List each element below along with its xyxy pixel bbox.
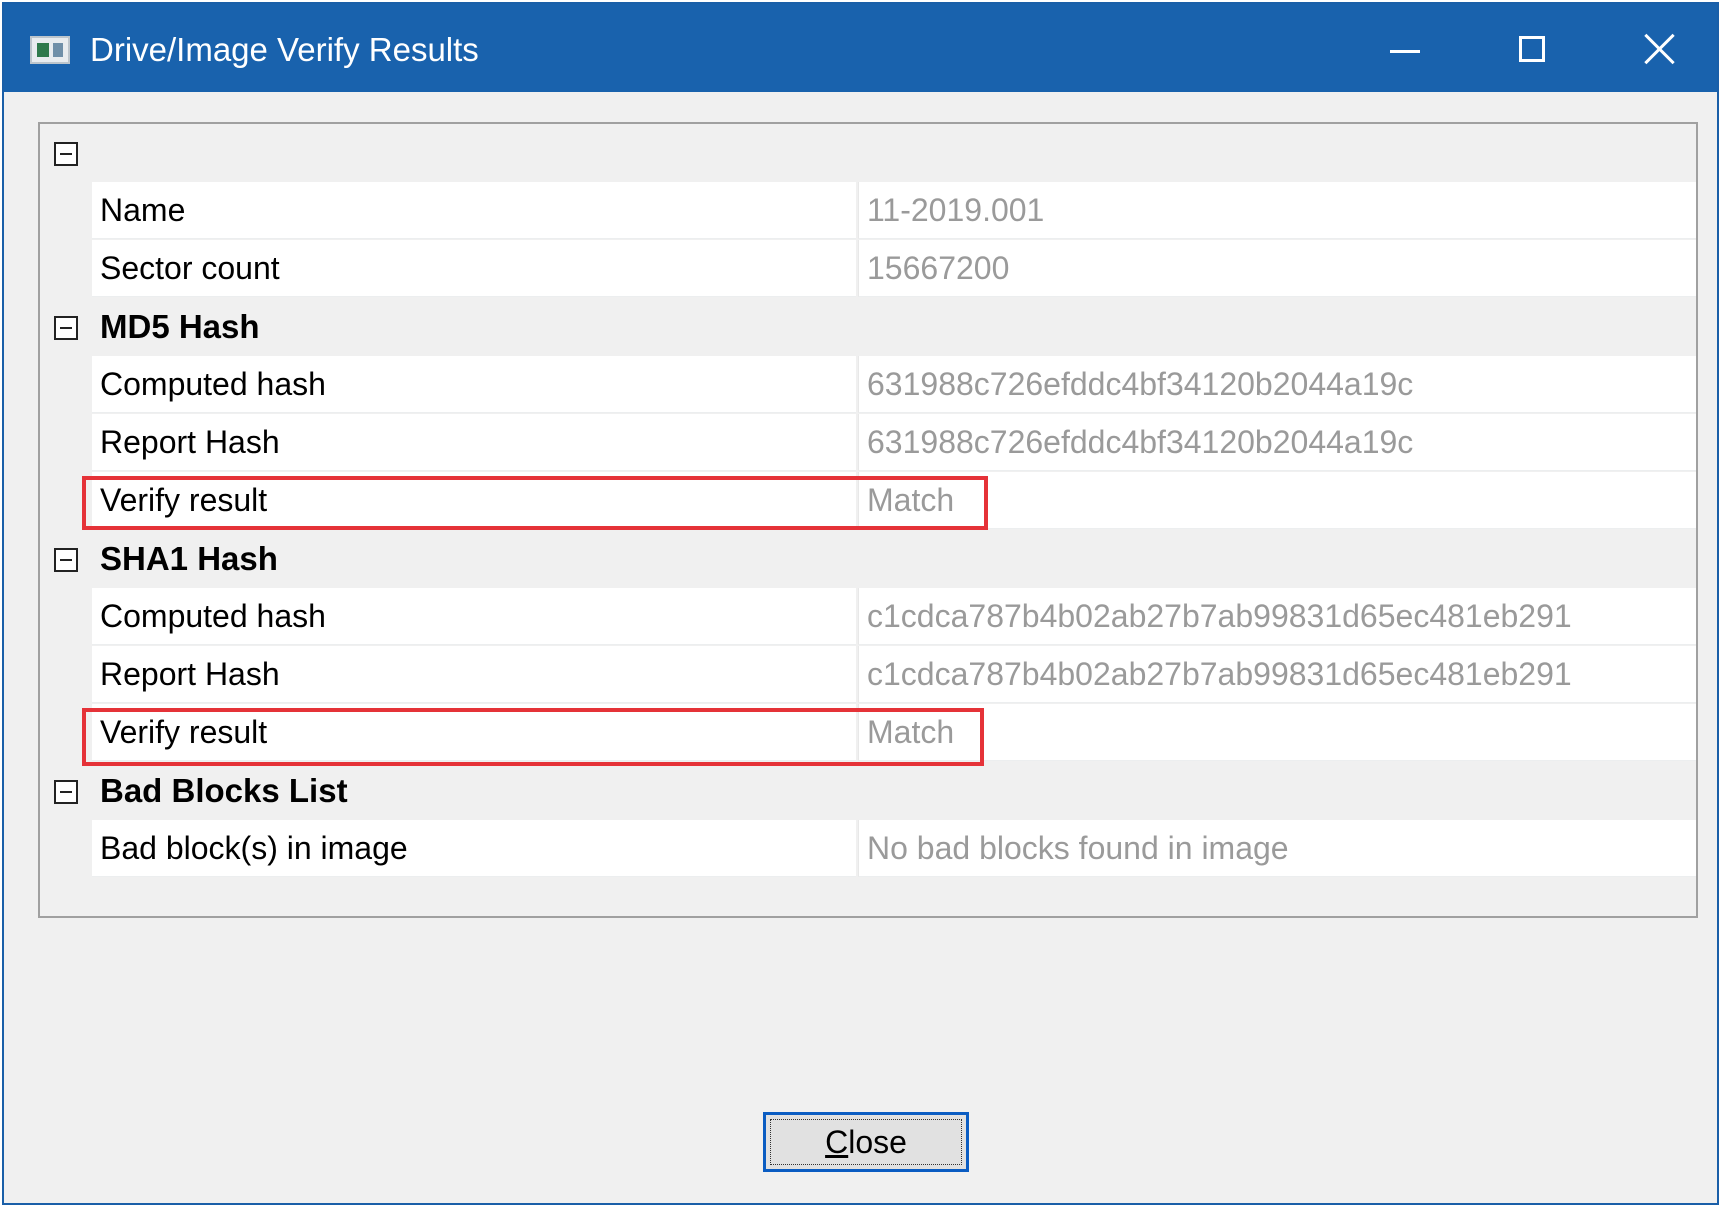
property-label: Report Hash <box>92 646 856 703</box>
property-row-sha1-computed[interactable]: Computed hash c1cdca787b4b02ab27b7ab9983… <box>40 588 1696 646</box>
property-row-md5-computed[interactable]: Computed hash 631988c726efddc4bf34120b20… <box>40 356 1696 414</box>
property-grid[interactable]: Name 11-2019.001 Sector count 15667200 M… <box>38 122 1698 918</box>
property-label: Verify result <box>92 472 856 529</box>
window-title: Drive/Image Verify Results <box>90 31 479 68</box>
minimize-icon <box>1390 49 1420 53</box>
property-value[interactable]: c1cdca787b4b02ab27b7ab99831d65ec481eb291 <box>858 588 1696 645</box>
property-label: Verify result <box>92 704 856 761</box>
verify-results-window: Drive/Image Verify Results Name 11-2019.… <box>2 2 1719 1205</box>
close-mnemonic: C <box>825 1123 849 1160</box>
close-window-button[interactable] <box>1625 22 1695 76</box>
category-label: SHA1 Hash <box>100 540 278 577</box>
property-row-md5-report[interactable]: Report Hash 631988c726efddc4bf34120b2044… <box>40 414 1696 472</box>
property-label: Name <box>92 182 856 239</box>
property-row-bad-blocks[interactable]: Bad block(s) in image No bad blocks foun… <box>40 820 1696 878</box>
property-label: Computed hash <box>92 588 856 645</box>
collapse-minus-icon[interactable] <box>54 142 78 166</box>
category-sha1-hash: SHA1 Hash <box>40 530 1696 588</box>
property-row-name[interactable]: Name 11-2019.001 <box>40 182 1696 240</box>
property-value[interactable]: Match <box>858 472 1696 529</box>
category-md5-hash: MD5 Hash <box>40 298 1696 356</box>
category-label <box>92 124 1696 182</box>
collapse-minus-icon[interactable] <box>54 316 78 340</box>
property-row-sha1-verify[interactable]: Verify result Match <box>40 704 1696 762</box>
property-label: Sector count <box>92 240 856 297</box>
property-label: Report Hash <box>92 414 856 471</box>
close-button[interactable]: Close <box>763 1112 969 1172</box>
property-value[interactable]: 11-2019.001 <box>858 182 1696 239</box>
maximize-icon <box>1519 36 1545 62</box>
gutter <box>40 762 92 820</box>
category-label: MD5 Hash <box>100 308 260 345</box>
property-row-sector-count[interactable]: Sector count 15667200 <box>40 240 1696 298</box>
collapse-minus-icon[interactable] <box>54 780 78 804</box>
property-value[interactable]: 631988c726efddc4bf34120b2044a19c <box>858 414 1696 471</box>
property-value[interactable]: c1cdca787b4b02ab27b7ab99831d65ec481eb291 <box>858 646 1696 703</box>
gutter <box>40 124 92 182</box>
app-window-icon <box>30 36 70 64</box>
minimize-button[interactable] <box>1370 22 1440 76</box>
property-row-sha1-report[interactable]: Report Hash c1cdca787b4b02ab27b7ab99831d… <box>40 646 1696 704</box>
property-value[interactable]: 15667200 <box>858 240 1696 297</box>
maximize-button[interactable] <box>1497 22 1567 76</box>
property-row-md5-verify[interactable]: Verify result Match <box>40 472 1696 530</box>
category-image-info <box>40 124 1696 182</box>
property-label: Bad block(s) in image <box>92 820 856 877</box>
gutter <box>40 530 92 588</box>
close-button-focus-rect: Close <box>770 1119 962 1165</box>
gutter <box>40 298 92 356</box>
close-label-rest: lose <box>848 1123 907 1160</box>
property-value[interactable]: Match <box>858 704 1696 761</box>
category-label: Bad Blocks List <box>100 772 348 809</box>
collapse-minus-icon[interactable] <box>54 548 78 572</box>
category-bad-blocks-list: Bad Blocks List <box>40 762 1696 820</box>
property-value[interactable]: 631988c726efddc4bf34120b2044a19c <box>858 356 1696 413</box>
title-bar[interactable]: Drive/Image Verify Results <box>4 4 1717 92</box>
close-icon <box>1644 33 1676 65</box>
property-value[interactable]: No bad blocks found in image <box>858 820 1696 877</box>
property-label: Computed hash <box>92 356 856 413</box>
